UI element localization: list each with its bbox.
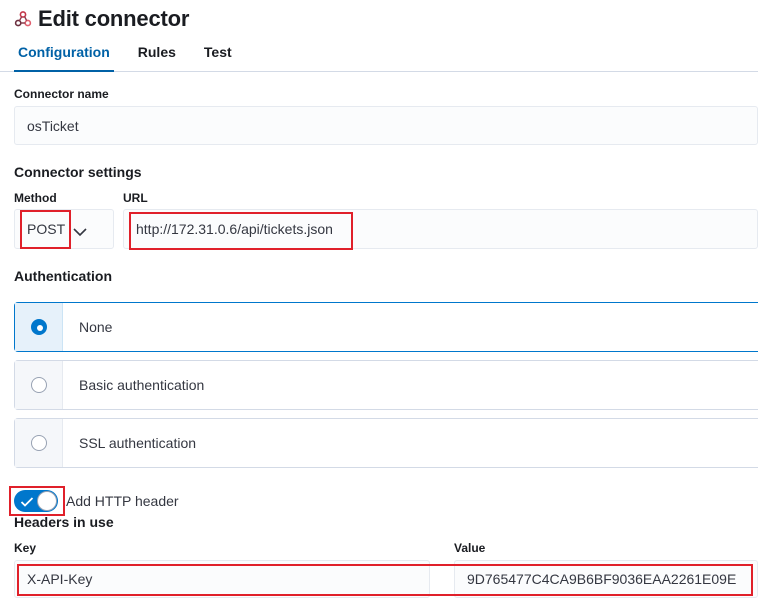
check-icon [20,495,34,507]
auth-option-label: SSL authentication [79,435,197,451]
webhook-icon [14,10,32,28]
url-input[interactable]: http://172.31.0.6/api/tickets.json [123,209,758,249]
auth-option-basic[interactable]: Basic authentication [14,360,758,410]
tab-rules[interactable]: Rules [134,42,180,72]
chevron-down-icon[interactable] [72,224,88,237]
header-value-input[interactable]: 9D765477C4CA9B6BF9036EAA2261E09E [454,560,758,598]
add-http-header-switch[interactable] [14,490,58,512]
tab-configuration[interactable]: Configuration [14,42,114,72]
method-value: POST [27,221,66,237]
add-http-header-label: Add HTTP header [66,493,179,509]
radio-unselected-icon[interactable] [30,435,47,451]
radio-zone [15,419,63,467]
tab-bar: Configuration Rules Test [14,42,256,72]
url-label: URL [123,191,148,205]
page-header: Edit connector Configuration Rules Test [0,0,758,72]
headers-in-use-title: Headers in use [14,514,114,530]
page-title: Edit connector [38,6,190,31]
title-row: Edit connector [14,6,189,32]
radio-selected-icon[interactable] [30,319,47,335]
auth-option-label: Basic authentication [79,377,205,393]
method-label: Method [14,191,57,205]
authentication-title: Authentication [14,268,112,284]
radio-unselected-icon[interactable] [30,377,47,393]
radio-zone [15,303,63,351]
tab-test[interactable]: Test [200,42,236,72]
header-key-value: X-API-Key [27,571,93,587]
value-label: Value [454,541,486,555]
connector-name-label: Connector name [14,87,109,101]
switch-knob [37,491,57,511]
method-select[interactable]: POST [14,209,114,249]
url-value: http://172.31.0.6/api/tickets.json [136,221,333,237]
auth-option-none[interactable]: None [14,302,758,352]
auth-option-ssl[interactable]: SSL authentication [14,418,758,468]
connector-name-value: osTicket [27,117,79,134]
header-value-value: 9D765477C4CA9B6BF9036EAA2261E09E [467,571,737,587]
radio-zone [15,361,63,409]
header-key-input[interactable]: X-API-Key [14,560,430,598]
connector-settings-title: Connector settings [14,164,142,180]
auth-option-label: None [79,319,113,335]
key-label: Key [14,541,37,555]
connector-name-input[interactable]: osTicket [14,106,758,145]
